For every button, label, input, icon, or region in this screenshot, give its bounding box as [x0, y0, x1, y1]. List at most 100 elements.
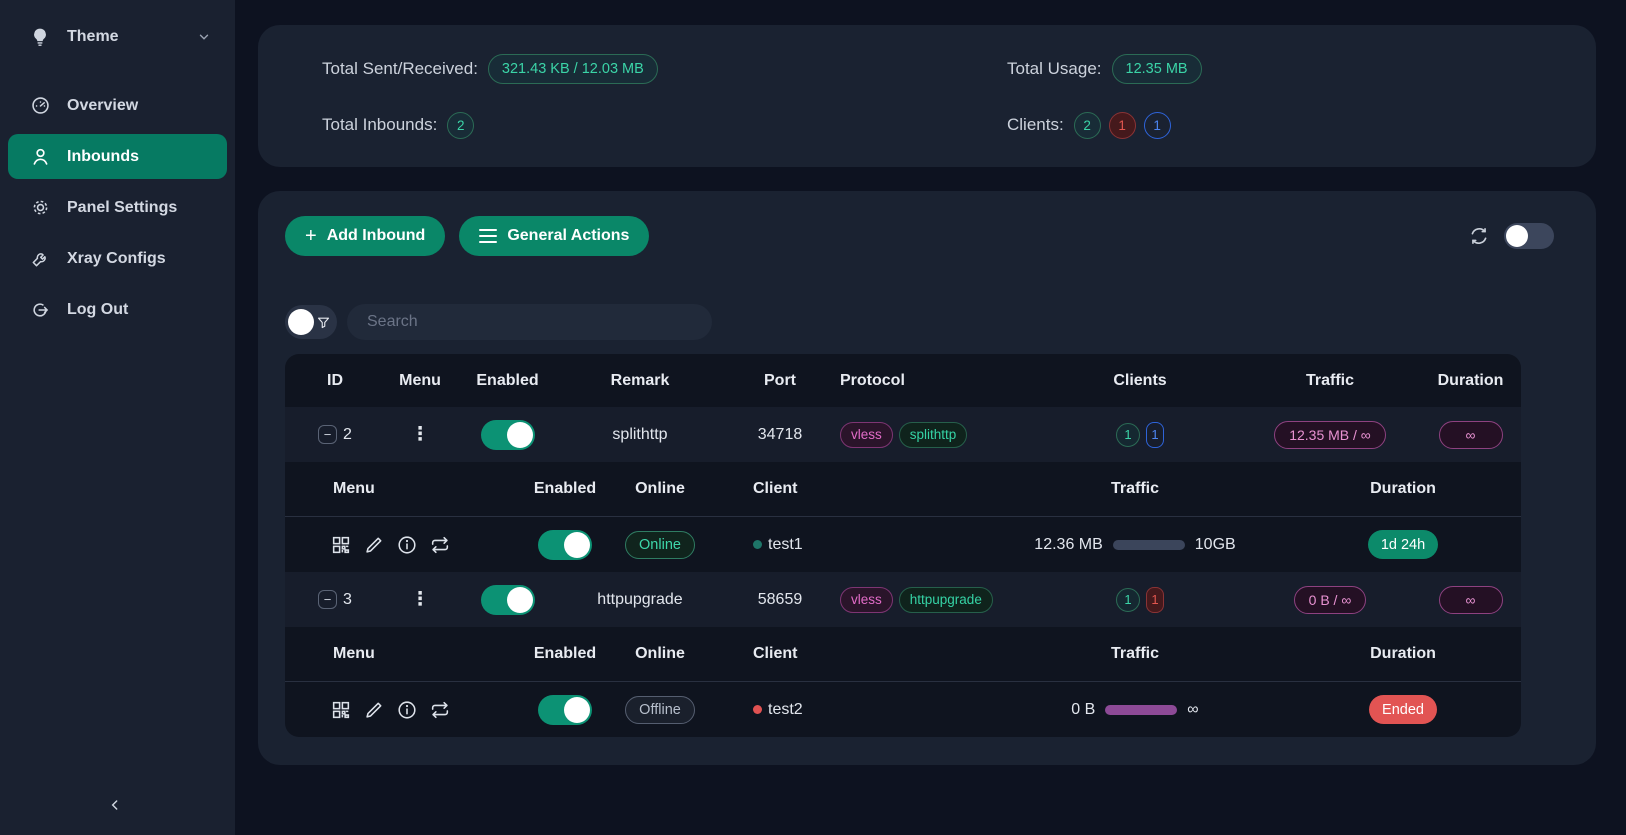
- inbound-id: 2: [343, 426, 352, 444]
- stat-label: Total Sent/Received:: [322, 59, 478, 79]
- sidebar: Theme Overview Inbounds Panel Settings: [0, 0, 235, 835]
- header-duration: Duration: [1420, 372, 1521, 390]
- stat-label: Clients:: [1007, 115, 1064, 135]
- stat-label: Total Inbounds:: [322, 115, 437, 135]
- traffic-total: ∞: [1187, 701, 1198, 719]
- clients-badges: 2 1 1: [1074, 112, 1171, 139]
- header-traffic: Traffic: [1240, 372, 1420, 390]
- chevron-left-icon: [107, 797, 123, 813]
- transport-tag: httpupgrade: [899, 587, 993, 613]
- qrcode-icon[interactable]: [330, 699, 352, 721]
- reset-traffic-icon[interactable]: [429, 534, 451, 556]
- clients-count-badge: 1: [1116, 588, 1140, 612]
- search-row: [285, 304, 1596, 340]
- client-row: Online test1 12.36 MB 10GB 1d 24h: [285, 517, 1521, 572]
- qrcode-icon[interactable]: [330, 534, 352, 556]
- sent-received-badge: 321.43 KB / 12.03 MB: [488, 54, 658, 84]
- sidebar-item-label: Panel Settings: [67, 199, 177, 217]
- subheader-duration: Duration: [1285, 645, 1521, 663]
- sidebar-item-label: Theme: [67, 28, 119, 46]
- traffic-total: 10GB: [1195, 536, 1236, 554]
- protocol-tag: vless: [840, 587, 893, 613]
- collapse-row-icon[interactable]: −: [318, 425, 337, 444]
- inbound-enabled-toggle[interactable]: [481, 585, 535, 615]
- subheader-traffic: Traffic: [985, 645, 1285, 663]
- client-status-dot: [753, 540, 762, 549]
- client-status-badge: Offline: [625, 696, 695, 724]
- edit-pencil-icon[interactable]: [363, 534, 385, 556]
- protocol-tag: vless: [840, 422, 893, 448]
- sidebar-item-inbounds[interactable]: Inbounds: [8, 134, 227, 179]
- subheader-client: Client: [705, 645, 985, 663]
- inbound-row: − 3 ⋮ httpupgrade 58659 vless httpupgrad…: [285, 572, 1521, 627]
- sidebar-item-label: Inbounds: [67, 148, 139, 166]
- subheader-enabled: Enabled: [515, 480, 615, 498]
- dashboard-gauge-icon: [28, 94, 52, 118]
- clients-deactive-badge: 1: [1146, 587, 1164, 613]
- header-protocol: Protocol: [840, 372, 1040, 390]
- auto-refresh-toggle[interactable]: [1504, 223, 1554, 249]
- client-subtable-header: Menu Enabled Online Client Traffic Durat…: [285, 462, 1521, 517]
- row-menu-icon[interactable]: ⋮: [411, 423, 430, 446]
- total-inbounds-badge: 2: [447, 112, 474, 139]
- general-actions-button[interactable]: General Actions: [459, 216, 649, 256]
- sidebar-item-log-out[interactable]: Log Out: [8, 287, 227, 332]
- header-enabled: Enabled: [455, 372, 560, 390]
- refresh-icon[interactable]: [1468, 225, 1490, 247]
- lightbulb-icon: [28, 25, 52, 49]
- clients-deactive-badge: 1: [1109, 112, 1136, 139]
- inbound-remark: splithttp: [560, 426, 720, 444]
- sidebar-item-panel-settings[interactable]: Panel Settings: [8, 185, 227, 230]
- inbound-id: 3: [343, 591, 352, 609]
- stat-total-inbounds: Total Inbounds: 2: [322, 112, 1007, 139]
- sidebar-item-theme[interactable]: Theme: [8, 14, 227, 59]
- funnel-icon: [316, 315, 331, 330]
- filter-toggle[interactable]: [285, 305, 337, 339]
- inbound-port: 34718: [720, 426, 840, 444]
- toolbar-right: [1468, 223, 1554, 249]
- person-icon: [28, 145, 52, 169]
- info-icon[interactable]: [396, 534, 418, 556]
- client-actions: [285, 534, 515, 556]
- client-enabled-toggle[interactable]: [538, 530, 592, 560]
- client-traffic: 12.36 MB 10GB: [985, 536, 1285, 554]
- total-usage-badge: 12.35 MB: [1112, 54, 1202, 84]
- client-name: test1: [768, 536, 803, 554]
- client-subtable-header: Menu Enabled Online Client Traffic Durat…: [285, 627, 1521, 682]
- sidebar-item-overview[interactable]: Overview: [8, 83, 227, 128]
- plus-icon: +: [305, 226, 317, 246]
- inbound-traffic-badge: 12.35 MB / ∞: [1274, 421, 1386, 449]
- sidebar-collapse-button[interactable]: [100, 793, 130, 817]
- client-status-dot: [753, 705, 762, 714]
- table-header-row: ID Menu Enabled Remark Port Protocol Cli…: [285, 354, 1521, 407]
- subheader-menu: Menu: [285, 645, 515, 663]
- collapse-row-icon[interactable]: −: [318, 590, 337, 609]
- stat-label: Total Usage:: [1007, 59, 1102, 79]
- gear-icon: [28, 196, 52, 220]
- search-input[interactable]: [347, 304, 712, 340]
- sidebar-item-xray-configs[interactable]: Xray Configs: [8, 236, 227, 281]
- client-duration-badge: Ended: [1369, 695, 1437, 724]
- row-menu-icon[interactable]: ⋮: [411, 588, 430, 611]
- main-content: Total Sent/Received: 321.43 KB / 12.03 M…: [235, 0, 1626, 835]
- inbound-enabled-toggle[interactable]: [481, 420, 535, 450]
- client-status-badge: Online: [625, 531, 695, 559]
- toolbar: + Add Inbound General Actions: [285, 216, 1596, 256]
- subheader-menu: Menu: [285, 480, 515, 498]
- client-name: test2: [768, 701, 803, 719]
- reset-traffic-icon[interactable]: [429, 699, 451, 721]
- info-icon[interactable]: [396, 699, 418, 721]
- inbounds-panel-card: + Add Inbound General Actions: [258, 191, 1596, 765]
- client-enabled-toggle[interactable]: [538, 695, 592, 725]
- stats-card: Total Sent/Received: 321.43 KB / 12.03 M…: [258, 25, 1596, 167]
- stat-sent-received: Total Sent/Received: 321.43 KB / 12.03 M…: [322, 54, 1007, 84]
- edit-pencil-icon[interactable]: [363, 699, 385, 721]
- clients-count-badge: 1: [1116, 423, 1140, 447]
- subheader-duration: Duration: [1285, 480, 1521, 498]
- client-duration-badge: 1d 24h: [1368, 530, 1438, 559]
- add-inbound-label: Add Inbound: [327, 227, 426, 245]
- traffic-progress-bar: [1105, 705, 1177, 715]
- sidebar-item-label: Xray Configs: [67, 250, 166, 268]
- logout-icon: [28, 298, 52, 322]
- add-inbound-button[interactable]: + Add Inbound: [285, 216, 445, 256]
